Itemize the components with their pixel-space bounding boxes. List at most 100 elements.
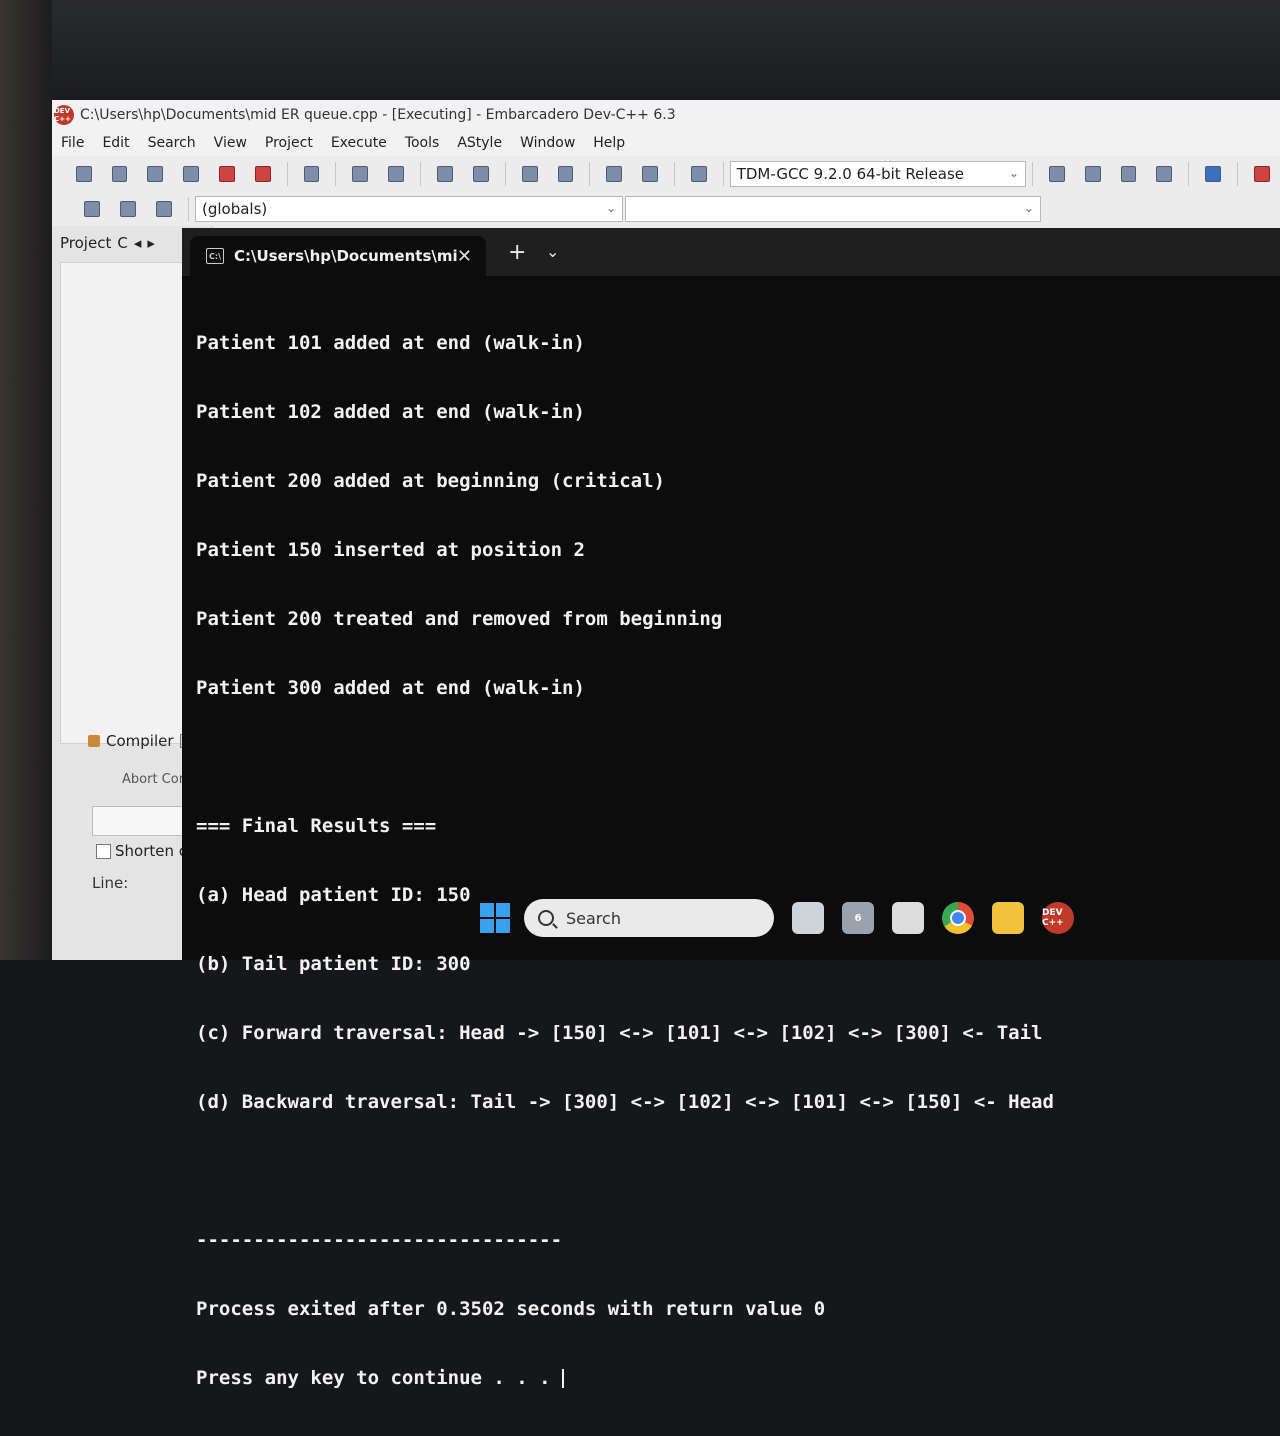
taskbar-search-label: Search — [566, 908, 621, 928]
terminal-window: C:\ C:\Users\hp\Documents\mid ✕ + ⌄ Pati… — [182, 228, 1280, 1389]
chrome-icon[interactable] — [942, 902, 974, 934]
member-select[interactable]: ⌄ — [625, 196, 1041, 222]
scroll-left-icon[interactable]: ◂ — [134, 234, 142, 252]
toolbar-divider — [286, 162, 288, 186]
checkbox-box[interactable] — [96, 843, 111, 859]
class-browser-icon[interactable] — [1120, 166, 1137, 182]
project-tree — [60, 262, 202, 744]
devcpp-logo-icon: DEV C++ — [54, 105, 74, 125]
save-icon[interactable] — [147, 166, 164, 182]
output-line: (b) Tail patient ID: 300 — [196, 953, 471, 975]
chevron-down-icon: ⌄ — [1023, 201, 1034, 215]
window-title: C:\Users\hp\Documents\mid ER queue.cpp -… — [80, 107, 676, 123]
close-icon[interactable]: ✕ — [457, 246, 472, 267]
replace-icon[interactable] — [388, 166, 405, 182]
search-icon — [538, 910, 554, 926]
scroll-right-icon[interactable]: ▸ — [147, 234, 155, 252]
widgets-icon[interactable]: 6 — [842, 902, 874, 934]
tab-project[interactable]: Project C ◂ ▸ — [60, 234, 155, 252]
output-line: Patient 200 added at beginning (critical… — [196, 470, 665, 492]
menu-window[interactable]: Window — [511, 135, 584, 151]
scope-select[interactable]: (globals) ⌄ — [195, 196, 623, 222]
print-icon[interactable] — [303, 166, 320, 182]
toolbar-divider — [188, 197, 189, 221]
insert-icon[interactable] — [84, 201, 100, 217]
menu-file[interactable]: File — [52, 135, 93, 151]
menu-astyle[interactable]: AStyle — [448, 135, 511, 151]
compiler-select[interactable]: TDM-GCC 9.2.0 64-bit Release ⌄ — [729, 161, 1026, 187]
terminal-output[interactable]: Patient 101 added at end (walk-in) Patie… — [196, 286, 1266, 1389]
layout-grid-icon[interactable] — [1048, 166, 1065, 182]
devcpp-taskbar-icon[interactable]: DEV C++ — [1042, 902, 1074, 934]
menu-tools[interactable]: Tools — [396, 135, 449, 151]
menu-bar: File Edit Search View Project Execute To… — [52, 130, 1280, 156]
terminal-tab-bar: C:\ C:\Users\hp\Documents\mid ✕ + ⌄ — [182, 228, 1280, 276]
status-line-label: Line: — [92, 874, 129, 892]
find-icon[interactable] — [352, 166, 369, 182]
compiler-icon — [88, 735, 100, 747]
output-line: Patient 102 added at end (walk-in) — [196, 401, 585, 423]
tab-classes-label[interactable]: C — [117, 234, 127, 252]
output-line: Patient 101 added at end (walk-in) — [196, 332, 585, 354]
laptop-bezel-top — [0, 0, 1280, 100]
unindent-icon[interactable] — [472, 166, 489, 182]
chevron-down-icon[interactable]: ⌄ — [546, 242, 559, 261]
scope-select-value: (globals) — [202, 200, 268, 218]
task-view-icon[interactable] — [792, 902, 824, 934]
goto-icon[interactable] — [156, 201, 172, 217]
debug-icon[interactable] — [690, 166, 707, 182]
compiler-select-value: TDM-GCC 9.2.0 64-bit Release — [736, 165, 965, 183]
run-icon[interactable] — [642, 166, 658, 182]
secondary-toolbar: (globals) ⌄ ⌄ — [52, 192, 1280, 226]
tab-project-label: Project — [60, 234, 112, 252]
text-cursor — [562, 1369, 565, 1388]
redo-icon[interactable] — [557, 166, 574, 182]
open-file-icon[interactable] — [111, 166, 128, 182]
panel-icon[interactable] — [1084, 166, 1101, 182]
file-explorer-icon[interactable] — [992, 902, 1024, 934]
windows-start-icon[interactable] — [480, 903, 510, 933]
toolbar-divider — [673, 162, 675, 186]
menu-execute[interactable]: Execute — [322, 135, 396, 151]
save-all-icon[interactable] — [183, 166, 200, 182]
console-icon: C:\ — [206, 248, 224, 264]
chevron-down-icon: ⌄ — [605, 201, 616, 215]
toolbar-divider — [722, 162, 724, 186]
new-tab-button[interactable]: + — [508, 240, 526, 265]
menu-help[interactable]: Help — [584, 135, 634, 151]
check-icon[interactable] — [1205, 166, 1222, 182]
indent-icon[interactable] — [437, 166, 453, 182]
window-titlebar: DEV C++ C:\Users\hp\Documents\mid ER que… — [52, 100, 1280, 130]
tab-compiler-label: Compiler — [106, 732, 174, 750]
menu-view[interactable]: View — [205, 135, 256, 151]
toolbar-divider — [420, 162, 422, 186]
compile-icon[interactable] — [606, 166, 623, 182]
toolbar-divider — [335, 162, 337, 186]
stop-icon[interactable] — [1254, 166, 1270, 182]
terminal-tab-title: C:\Users\hp\Documents\mid — [234, 247, 457, 265]
menu-search[interactable]: Search — [139, 135, 205, 151]
prompt-line: Press any key to continue . . . — [196, 1367, 1266, 1390]
tiles-icon[interactable] — [1156, 166, 1173, 182]
menu-edit[interactable]: Edit — [93, 135, 138, 151]
output-line: === Final Results === — [196, 815, 437, 837]
tab-compiler[interactable]: Compiler — [88, 732, 194, 750]
bookmark-icon[interactable] — [120, 201, 136, 217]
output-line: -------------------------------- — [196, 1229, 563, 1251]
laptop-bezel-left — [0, 0, 52, 960]
main-toolbar: TDM-GCC 9.2.0 64-bit Release ⌄ — [52, 156, 1280, 192]
toolbar-divider — [504, 162, 506, 186]
output-line: Patient 150 inserted at position 2 — [196, 539, 585, 561]
prompt-text: Press any key to continue . . . — [196, 1367, 563, 1389]
close-all-icon[interactable] — [254, 166, 271, 182]
menu-project[interactable]: Project — [256, 135, 322, 151]
output-line: Patient 200 treated and removed from beg… — [196, 608, 723, 630]
new-file-icon[interactable] — [75, 166, 92, 182]
taskbar-search[interactable]: Search — [524, 899, 774, 937]
undo-icon[interactable] — [521, 166, 538, 182]
close-file-icon[interactable] — [219, 166, 235, 182]
app-window-icon[interactable] — [892, 902, 924, 934]
terminal-tab[interactable]: C:\ C:\Users\hp\Documents\mid ✕ — [190, 236, 486, 276]
